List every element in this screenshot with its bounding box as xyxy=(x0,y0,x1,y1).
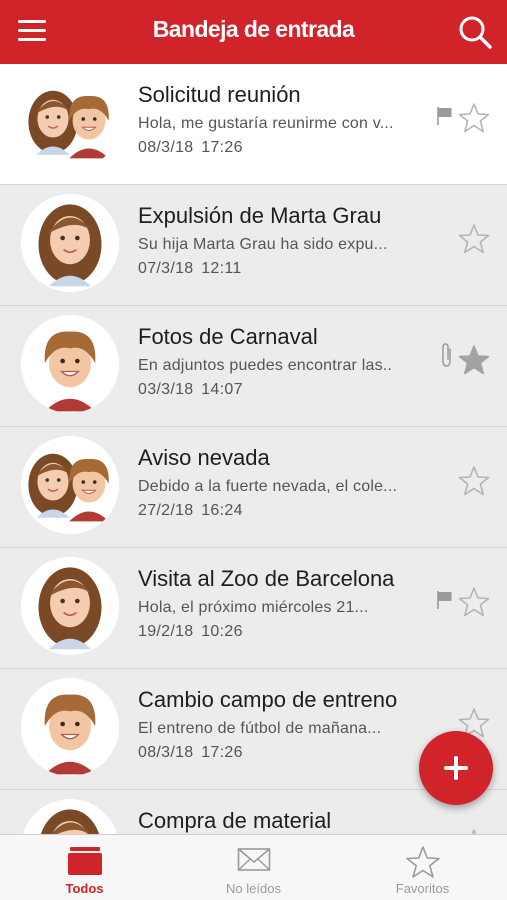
message-preview: El entreno de fútbol de mañana... xyxy=(138,720,382,737)
message-row[interactable]: Visita al Zoo de Barcelona Hola, el próxi… xyxy=(0,548,507,669)
message-subject: Visita al Zoo de Barcelona xyxy=(138,566,395,591)
star-filled-icon[interactable] xyxy=(458,344,490,376)
message-subject: Solicitud reunión xyxy=(138,82,301,107)
message-preview: Hola, el próximo miércoles 21... xyxy=(138,599,369,616)
avatar xyxy=(21,194,119,292)
avatar xyxy=(21,436,119,534)
message-date: 08/3/18 17:26 xyxy=(138,139,243,156)
message-row[interactable]: Aviso nevada Debido a la fuerte nevada, e… xyxy=(0,427,507,548)
envelope-icon xyxy=(237,848,270,871)
star-outline-icon[interactable] xyxy=(458,465,490,497)
paperclip-icon xyxy=(440,342,454,368)
tab-favoritos[interactable]: Favoritos xyxy=(338,835,507,900)
star-outline-icon[interactable] xyxy=(458,102,490,134)
message-preview: Hola, me gustaría reunirme con v... xyxy=(138,115,394,132)
message-row[interactable]: Fotos de Carnaval En adjuntos puedes enco… xyxy=(0,306,507,427)
message-preview: Debido a la fuerte nevada, el cole... xyxy=(138,478,398,495)
tab-label: No leídos xyxy=(226,881,281,896)
page-title: Bandeja de entrada xyxy=(152,16,355,42)
message-row[interactable]: Solicitud reunión Hola, me gustaría reuni… xyxy=(0,64,507,185)
message-preview: En adjuntos puedes encontrar las.. xyxy=(138,357,393,374)
message-subject: Compra de material xyxy=(138,808,332,833)
avatar xyxy=(21,557,119,655)
compose-button[interactable] xyxy=(419,731,493,805)
message-subject: Aviso nevada xyxy=(138,445,270,470)
inbox-tray-icon xyxy=(67,847,102,875)
message-date: 08/3/18 17:26 xyxy=(138,744,243,761)
flag-icon xyxy=(436,106,454,126)
message-preview: Su hija Marta Grau ha sido expu... xyxy=(138,236,388,253)
avatar xyxy=(21,678,119,776)
message-list: Solicitud reunión Hola, me gustaría reuni… xyxy=(0,64,507,834)
search-icon[interactable] xyxy=(457,14,493,50)
message-subject: Expulsión de Marta Grau xyxy=(138,203,382,228)
app-header: Bandeja de entrada xyxy=(0,0,507,64)
tab-todos[interactable]: Todos xyxy=(0,835,169,900)
message-date: 03/3/18 14:07 xyxy=(138,381,243,398)
avatar xyxy=(21,799,119,834)
plus-icon xyxy=(444,756,468,780)
tab-label: Favoritos xyxy=(395,881,450,896)
message-date: 27/2/18 16:24 xyxy=(138,502,243,519)
message-date: 19/2/18 10:26 xyxy=(138,623,243,640)
avatar xyxy=(21,315,119,413)
avatar xyxy=(21,73,119,171)
message-subject: Fotos de Carnaval xyxy=(138,324,318,349)
message-date: 07/3/18 12:11 xyxy=(138,260,242,277)
star-outline-icon[interactable] xyxy=(458,586,490,618)
star-icon xyxy=(405,846,440,878)
bottom-tab-bar: Todos No leídos Favoritos xyxy=(0,834,507,900)
flag-icon xyxy=(436,590,454,610)
tab-label: Todos xyxy=(65,881,104,896)
tab-no-leidos[interactable]: No leídos xyxy=(169,835,338,900)
message-subject: Cambio campo de entreno xyxy=(138,687,398,712)
star-outline-icon[interactable] xyxy=(458,223,490,255)
message-row[interactable]: Expulsión de Marta Grau Su hija Marta Gra… xyxy=(0,185,507,306)
